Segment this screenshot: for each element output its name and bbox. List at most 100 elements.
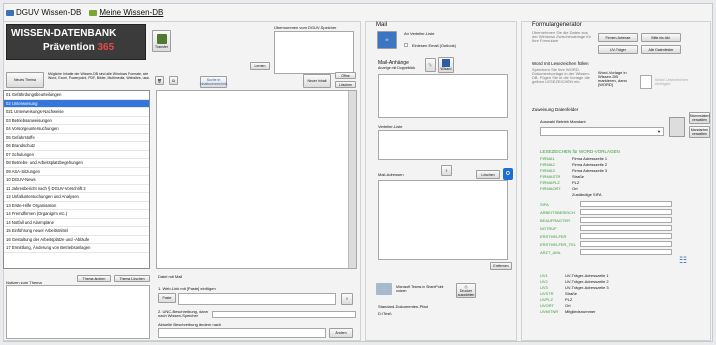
standard-pfad-label: Standard-Dokumenten-Pfad [378, 304, 428, 309]
tab-dguv-wissen-db[interactable]: DGUV Wissen-DB [4, 8, 83, 17]
firmen-adresse-button[interactable]: Firmen-Adresse [598, 33, 638, 42]
m365-icon[interactable] [376, 283, 392, 295]
unc-input[interactable] [212, 311, 356, 318]
suche-button[interactable]: Suche in Inhaltsverzeichnis [200, 76, 227, 88]
aendern-button[interactable]: Ändern [329, 328, 353, 338]
bookmark-desc: Zuständige SIFA [572, 192, 602, 197]
m365-label: Microsoft Teams in SharePoint nutzen [396, 285, 444, 293]
outlook-icon[interactable]: O [503, 168, 513, 180]
content-list[interactable] [156, 90, 357, 269]
bookmark-desc: Firma Adresszeile 1 [572, 156, 608, 161]
mail-button[interactable]: ✉ [377, 31, 397, 49]
topic-list-item[interactable]: 10 DGUV-News [4, 176, 149, 185]
notizen-field[interactable] [6, 285, 150, 339]
adressen-loeschen-button[interactable]: Löschen [476, 170, 500, 179]
transfer-icon [156, 33, 167, 44]
input-bookmark-field[interactable] [580, 233, 672, 239]
input-bookmark-field[interactable] [580, 217, 672, 223]
input-bookmark-key: ERSTHELFER_TEL [540, 242, 577, 247]
mandant-select[interactable]: ▼ [540, 127, 664, 136]
thema-aendern-button[interactable]: Thema ändern [77, 275, 111, 282]
topic-list-item[interactable]: 15 Einführung neuer Arbeitsmittel [4, 227, 149, 236]
banner-subtitle-wrap: Prävention 365 [43, 42, 114, 53]
loeschen-button[interactable]: Löschen [335, 81, 356, 88]
uebernommen-label: Übernommen vom DGUV-Speicher [274, 25, 337, 30]
uv-bookmark-key: UV3 [540, 285, 548, 290]
upload-icon: ⇧ [345, 297, 349, 301]
input-bookmark-field[interactable] [580, 201, 672, 207]
einlesen-checkbox[interactable] [404, 43, 408, 47]
bookmark-desc: Straße [572, 174, 585, 179]
uv-bookmark-key: UV1 [540, 273, 548, 278]
adressen-list[interactable] [378, 180, 508, 260]
oeffne-button[interactable]: Öffne [335, 72, 356, 79]
bookmark-key: FIRMA3 [540, 168, 555, 173]
uv-bookmark-key: UVSTR [540, 291, 554, 296]
topic-list-item[interactable]: 01 Gefährdungsbeurteilungen [4, 91, 149, 100]
input-bookmark-key: ERSTHELFER [540, 234, 567, 239]
input-bookmark-field[interactable] [580, 225, 672, 231]
tab-meine-wissen-db[interactable]: Meine Wissen-DB [87, 8, 165, 17]
drucken-button[interactable]: ⎙ Drucker auswählen [456, 283, 476, 298]
neues-thema-button[interactable]: Neues Thema [6, 72, 44, 88]
verteiler-list[interactable] [378, 130, 508, 160]
web-link-input[interactable] [178, 293, 336, 305]
uv-bookmark-desc: UV-Träger-Adresszeile 2 [565, 279, 609, 284]
pfad-value: D:\Test\ [378, 311, 392, 316]
topic-list-item[interactable]: 07 Schulungen [4, 151, 149, 159]
delete-icon-button[interactable]: 🗑 [155, 76, 164, 85]
content-scrollbar[interactable] [348, 91, 356, 268]
word-doc-icon[interactable] [640, 75, 652, 89]
topic-list-item[interactable]: 16 Gestaltung der Arbeitsplätze und -Abl… [4, 236, 149, 244]
topic-list-item[interactable]: 06 Brandschutz [4, 142, 149, 151]
topic-list-item[interactable]: 11 Jahresbericht nach § DGUV-Vorschrift … [4, 185, 149, 193]
topic-list-item[interactable]: 17 Ermittlung, Änderung von Betriebsanla… [4, 244, 149, 253]
mandanten-button[interactable]: Mandanten verwalten [689, 126, 710, 138]
upload-button[interactable]: ⇧ [341, 293, 353, 305]
lernen-button[interactable]: Lernen [250, 62, 270, 70]
aktuelle-input[interactable] [158, 328, 326, 338]
wizard-button[interactable]: Wizard [438, 57, 454, 73]
formular-hint: Übernehmen Sie die Daten aus der Windows… [532, 30, 591, 43]
uv-bookmark-desc: Mitgliedsnummer [565, 309, 596, 314]
attach-button[interactable]: 📎 [425, 58, 436, 72]
uv-traeger-button[interactable]: UV-Träger [598, 45, 638, 54]
topic-list-item[interactable]: 14 Notfall und Alarmpläne [4, 219, 149, 227]
input-bookmark-field[interactable] [580, 209, 672, 215]
word-hint: Speichern Sie Ihre WORD-Dokumentvorlage … [532, 67, 591, 84]
chevron-down-icon: ▼ [657, 129, 661, 134]
bitte-akt-button[interactable]: Bitte bis Akt. [641, 33, 681, 42]
uebernommen-box[interactable] [274, 31, 354, 74]
topic-list-item[interactable]: 03 Betriebsanweisungen [4, 117, 149, 125]
thema-loeschen-button[interactable]: Thema Löschen [114, 275, 150, 282]
database-icon[interactable] [669, 117, 685, 137]
neuer-inhalt-button[interactable]: Neuer Inhalt [303, 74, 331, 88]
topic-list[interactable]: 01 Gefährdungsbeurteilungen 02 Unterweisu… [3, 90, 150, 269]
topic-list-item[interactable]: 08 Betriebs- und Arbeitsplatzbegehungen [4, 159, 149, 168]
topic-list-item[interactable]: 021 Unterweisungs-Nachweise [4, 108, 149, 117]
entfernen-button[interactable]: Entfernen [490, 262, 512, 270]
envelope-icon: ✉ [385, 38, 389, 42]
copy-icon-button[interactable]: ⧉ [169, 76, 178, 85]
topic-list-item[interactable]: 13 Erste-Hilfe Organisation [4, 202, 149, 210]
input-bookmark-field[interactable] [580, 249, 672, 255]
topic-list-item[interactable]: 09 ASA-Sitzungen [4, 168, 149, 176]
stammdaten-button[interactable]: Stammdaten verwalten [689, 112, 710, 124]
topic-list-item[interactable]: 02 Unterweisung [4, 99, 149, 108]
topic-list-item[interactable]: 04 Vorsorgeuntersuchungen [4, 125, 149, 134]
topic-list-item[interactable]: 05 Gefahrstoffe [4, 134, 149, 142]
upload-icon-2: ⇧ [445, 168, 448, 173]
topic-list-item[interactable]: 14 Fremdfirmen (Organigrm etc.) [4, 210, 149, 219]
input-bookmark-key: ARBEITSBEREICH [540, 210, 575, 215]
word-vorlage-label: Word-Vorlage in Wissen-DB markieren, dan… [598, 70, 627, 87]
paste-button[interactable]: Paste [158, 293, 176, 303]
verteiler-upload-button[interactable]: ⇧ [441, 165, 452, 176]
uv-bookmark-desc: PLZ [565, 297, 573, 302]
stamp-icon[interactable]: ☷ [677, 253, 689, 267]
topic-list-item[interactable]: 12 Unfalluntersuchungen und Analysen [4, 193, 149, 202]
input-bookmark-field[interactable] [580, 241, 672, 247]
alle-datenfelder-button[interactable]: Alle Datenfelder [641, 45, 681, 54]
tab-bar: DGUV Wissen-DB Meine Wissen-DB [4, 4, 165, 21]
anhaenge-list[interactable] [378, 74, 508, 118]
transfer-button[interactable]: Transfer [152, 30, 171, 52]
